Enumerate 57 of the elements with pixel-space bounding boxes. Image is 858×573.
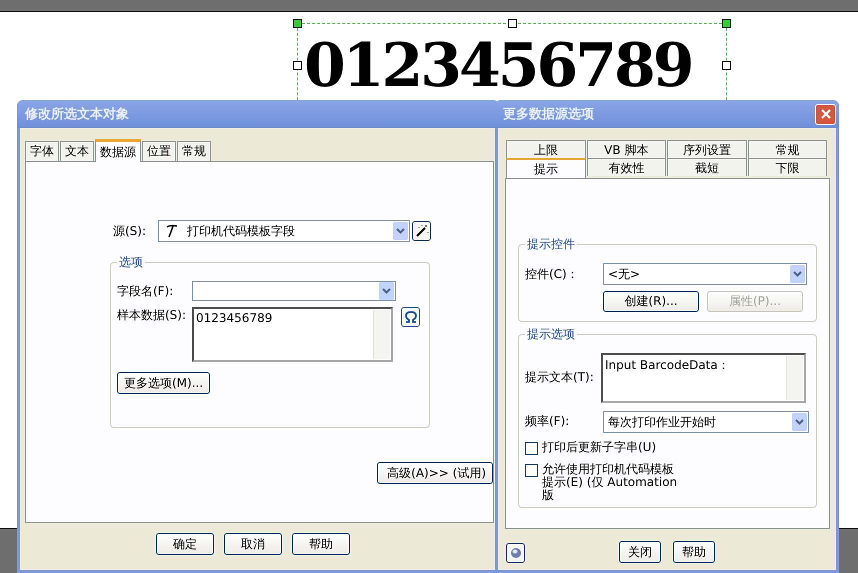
- scrollbar[interactable]: [786, 356, 803, 400]
- prompt-text-label: 提示文本(T):: [525, 369, 595, 386]
- control-label: 控件(C)：: [525, 266, 580, 282]
- group-title: 提示选项: [526, 326, 576, 343]
- advanced-button[interactable]: 高级(A)>> (试用): [377, 462, 493, 484]
- symbol-button[interactable]: [401, 307, 420, 327]
- tab[interactable]: 上限: [506, 140, 586, 158]
- tab[interactable]: 有效性: [586, 158, 666, 176]
- globe-icon: [510, 547, 522, 559]
- group-title: 提示控件: [526, 236, 576, 253]
- tab[interactable]: VB 脚本: [586, 140, 666, 158]
- scrollbar[interactable]: [373, 310, 390, 359]
- barcode-text: 0123456789: [304, 30, 692, 103]
- dialog-button[interactable]: 帮助: [673, 541, 715, 563]
- dialog-button[interactable]: 关闭: [619, 541, 661, 563]
- sample-data-field[interactable]: 0123456789: [192, 307, 393, 362]
- field-name-label: 字段名(F):: [117, 282, 174, 300]
- sample-data-label: 样本数据(S):: [117, 307, 188, 324]
- resize-handle[interactable]: [293, 61, 302, 70]
- prompt-text-field[interactable]: Input BarcodeData：: [601, 353, 806, 403]
- close-icon: [820, 108, 832, 120]
- wand-button[interactable]: [412, 221, 431, 241]
- tab[interactable]: 文本: [60, 141, 94, 161]
- field-name-dropdown[interactable]: [192, 281, 396, 301]
- window-title: 修改所选文本对象: [17, 100, 499, 128]
- group-title: 选项: [118, 254, 144, 271]
- text-icon: [165, 224, 179, 238]
- resize-handle[interactable]: [722, 61, 731, 70]
- resize-handle[interactable]: [293, 19, 302, 28]
- frequency-dropdown[interactable]: 每次打印作业开始时: [603, 411, 809, 433]
- frequency-label: 频率(F):: [525, 412, 570, 430]
- checkbox[interactable]: [525, 442, 538, 455]
- tab[interactable]: 常规: [748, 140, 827, 158]
- globe-button[interactable]: [506, 543, 525, 563]
- more-options-button[interactable]: 更多选项(M)...: [117, 372, 210, 394]
- dialog-button[interactable]: 帮助: [292, 533, 350, 555]
- tab[interactable]: 下限: [748, 158, 827, 176]
- resize-handle[interactable]: [508, 19, 517, 28]
- tab[interactable]: 序列设置: [667, 140, 746, 158]
- tab[interactable]: 字体: [25, 141, 59, 161]
- dialog-button[interactable]: 取消: [224, 533, 282, 555]
- tab[interactable]: 位置: [142, 141, 176, 161]
- tab[interactable]: 常规: [177, 141, 211, 161]
- checkbox-label: 允许使用打印机代码模板提示(E) (仅 Automation 版: [542, 463, 678, 502]
- close-button[interactable]: [815, 104, 836, 124]
- tab[interactable]: 提示: [506, 158, 586, 178]
- checkbox[interactable]: [525, 464, 538, 477]
- dialog-button[interactable]: 创建(R)...: [603, 291, 699, 312]
- source-label: 源(S):: [113, 222, 148, 240]
- resize-handle[interactable]: [722, 19, 731, 28]
- tab[interactable]: 数据源: [95, 139, 141, 162]
- window-title: 更多数据源选项: [503, 106, 594, 123]
- source-dropdown[interactable]: 打印机代码模板字段: [158, 220, 410, 242]
- checkbox-label: 打印后更新子字串(U): [542, 441, 658, 454]
- dialog-button[interactable]: 确定: [156, 533, 214, 555]
- tab[interactable]: 截短: [667, 158, 746, 176]
- control-dropdown[interactable]: <无>: [603, 263, 807, 285]
